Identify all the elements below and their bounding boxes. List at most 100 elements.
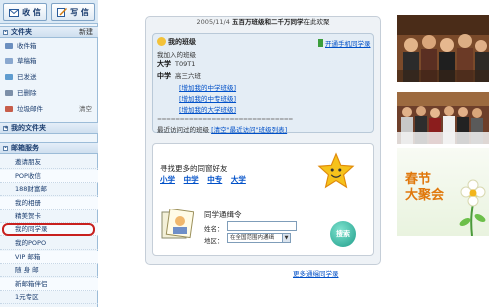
service-label: 188财富邮	[15, 185, 47, 193]
folder-deleted[interactable]: 已删除	[0, 86, 98, 100]
find-classmates-title: 寻找更多的同窗好友	[160, 164, 228, 173]
my-class-title: 我的班级	[168, 38, 196, 46]
university-row: 大学 T09T1	[157, 59, 195, 69]
selected-item-highlight	[2, 223, 95, 236]
area-label: 地区：	[204, 237, 224, 245]
service-label: 1元专区	[15, 293, 39, 301]
folders-section-title: 文件夹	[11, 28, 32, 36]
service-label: 新邮箱伴侣	[15, 280, 48, 288]
mobile-classmates-link[interactable]: 开通手机同学录	[318, 38, 371, 48]
flower-icon	[459, 179, 486, 236]
folder-label: 草稿箱	[17, 57, 37, 65]
university-label: 大学	[157, 60, 171, 68]
current-date: 2005/11/4	[196, 18, 230, 26]
new-folder-link[interactable]: 新建	[79, 27, 93, 38]
service-label: VIP 邮箱	[15, 253, 41, 261]
drafts-folder-icon	[5, 58, 13, 64]
my-class-heading: 我的班级	[157, 37, 196, 47]
dropdown-arrow-icon[interactable]: ▼	[282, 234, 290, 242]
school-link-primary[interactable]: 小学	[160, 175, 175, 184]
school-link-university[interactable]: 大学	[231, 175, 246, 184]
folders-section-header[interactable]: - 文件夹 新建	[0, 26, 98, 38]
mail-services-header[interactable]: - 邮箱服务	[0, 142, 98, 154]
middle-school-label: 中学	[157, 72, 171, 80]
folder-label: 已删除	[17, 89, 37, 97]
my-folders-title: 我的文件夹	[11, 124, 46, 132]
more-wanted-link[interactable]: 更多通缉同学录	[293, 268, 339, 278]
compose-label: 写 信	[70, 7, 89, 17]
inbox-icon	[9, 8, 20, 17]
spam-folder-icon	[5, 106, 13, 112]
service-label: POP收信	[15, 172, 41, 180]
service-invite-friends[interactable]: 邀请朋友	[0, 156, 98, 169]
trash-folder-icon	[5, 90, 13, 96]
my-folders-header[interactable]: + 我的文件夹	[0, 122, 98, 134]
service-mobile-mail[interactable]: 随 身 邮	[0, 264, 98, 277]
service-album[interactable]: 我的相册	[0, 197, 98, 210]
school-level-links: 小学 中学 中专 大学	[160, 174, 252, 185]
university-class-link[interactable]: T09T1	[175, 60, 195, 68]
collapse-icon[interactable]: -	[3, 146, 8, 151]
school-link-vocational[interactable]: 中专	[207, 175, 222, 184]
service-label: 精美贺卡	[15, 212, 41, 220]
compose-mail-button[interactable]: 写 信	[51, 3, 95, 21]
middle-school-class-link[interactable]: 高三六班	[175, 72, 201, 80]
clear-recent-link[interactable]: [清空"最近访问"班级列表]	[211, 126, 287, 134]
service-label: 我的POPO	[15, 239, 47, 247]
name-input[interactable]	[227, 221, 297, 231]
folder-label: 已发送	[17, 73, 37, 81]
service-label: 随 身 邮	[15, 266, 39, 274]
collapse-icon[interactable]: -	[3, 30, 8, 35]
sidebar: 收 信 写 信 - 文件夹 新建 收件箱 草稿箱 已发送 已删除 垃圾邮件 清空…	[0, 0, 98, 307]
spring-party-text: 春节 大聚会	[405, 172, 444, 204]
add-vocational-link[interactable]: [增加我的中专班级]	[179, 93, 236, 103]
welcome-highlight: 五百万班级和二千万同学	[231, 18, 304, 26]
party-photo-image[interactable]	[397, 92, 489, 144]
service-greeting-cards[interactable]: 精美贺卡	[0, 210, 98, 223]
wanted-title: 同学通缉令	[204, 210, 242, 219]
star-mascot-icon	[317, 152, 355, 189]
folder-sent[interactable]: 已发送	[0, 70, 98, 84]
welcome-bar: 2005/11/4 五百万班级和二千万同学在此欢聚	[145, 17, 381, 27]
spring-line-2: 大聚会	[405, 188, 445, 203]
mail-services-title: 邮箱服务	[11, 144, 39, 152]
middle-school-row: 中学 高三六班	[157, 70, 201, 81]
service-pop-fetch[interactable]: POP收信	[0, 170, 98, 183]
spring-line-1: 春节	[405, 172, 432, 187]
expand-icon[interactable]: +	[3, 126, 8, 131]
group-photo-image[interactable]	[397, 15, 489, 82]
receive-label: 收 信	[22, 7, 41, 17]
service-label: 邀请朋友	[15, 158, 41, 166]
wanted-card-icon	[161, 209, 194, 239]
compose-icon	[57, 7, 68, 17]
phone-icon	[318, 39, 323, 47]
service-popo[interactable]: 我的POPO	[0, 237, 98, 250]
area-select[interactable]: 在全国范围内通缉 ▼	[227, 233, 291, 243]
search-button[interactable]: 搜索	[330, 221, 356, 247]
add-university-link[interactable]: [增加我的大学班级]	[179, 104, 236, 114]
service-188-wealth[interactable]: 188财富邮	[0, 183, 98, 196]
recent-classes-label: 最近访问过的班级	[157, 126, 209, 134]
joined-classes-label: 我加入的班级	[157, 51, 196, 59]
folder-label: 收件箱	[17, 42, 37, 50]
receive-mail-button[interactable]: 收 信	[3, 3, 47, 21]
inbox-folder-icon	[5, 43, 13, 49]
service-one-yuan[interactable]: 1元专区	[0, 291, 98, 304]
service-label: 我的相册	[15, 199, 41, 207]
folder-drafts[interactable]: 草稿箱	[0, 54, 98, 68]
service-vip-mail[interactable]: VIP 邮箱	[0, 251, 98, 264]
mobile-link-label: 开通手机同学录	[325, 40, 371, 48]
recent-classes-row: 最近访问过的班级 [清空"最近访问"班级列表]	[157, 124, 287, 134]
school-link-middle[interactable]: 中学	[184, 175, 199, 184]
add-middle-school-link[interactable]: [增加我的中学班级]	[179, 82, 236, 92]
mail-toolbar: 收 信 写 信	[0, 0, 98, 24]
folder-inbox[interactable]: 收件箱	[0, 39, 98, 53]
service-mail-companion[interactable]: 新邮箱伴侣	[0, 278, 98, 291]
smiley-icon	[157, 37, 166, 46]
sent-folder-icon	[5, 74, 13, 80]
empty-spam-link[interactable]: 清空	[79, 102, 92, 116]
folder-label: 垃圾邮件	[17, 105, 43, 113]
area-selected-value: 在全国范围内通缉	[230, 235, 275, 241]
name-label: 姓名：	[204, 225, 224, 233]
folder-spam[interactable]: 垃圾邮件 清空	[0, 102, 98, 116]
